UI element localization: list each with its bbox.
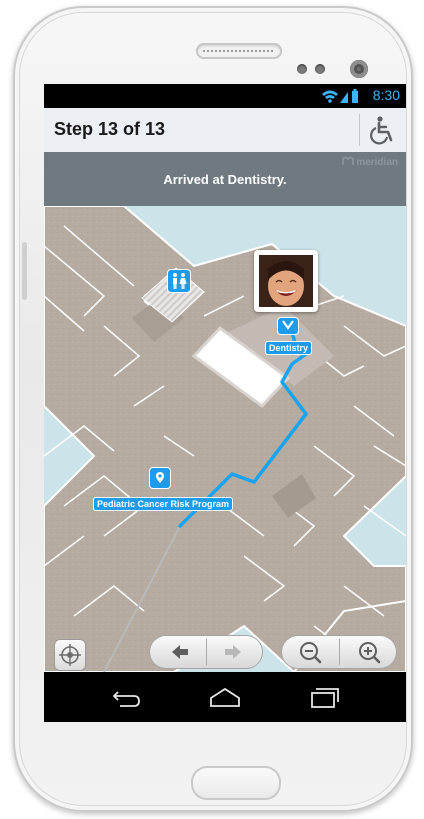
recent-apps-icon	[311, 688, 339, 708]
location-pin-icon	[156, 472, 164, 483]
light-sensor	[315, 64, 325, 74]
zoom-out-icon	[300, 642, 322, 664]
proximity-sensor	[297, 64, 307, 74]
indoor-map[interactable]: Dentistry Pediatric Cancer Risk Program	[44, 206, 406, 672]
accessibility-button[interactable]	[366, 114, 400, 146]
restroom-marker[interactable]	[168, 270, 190, 292]
arrow-left-icon	[172, 645, 188, 659]
home-icon	[210, 687, 240, 707]
recent-apps-button[interactable]	[304, 682, 344, 712]
destination-photo[interactable]	[254, 250, 318, 312]
front-camera	[350, 60, 368, 78]
home-button[interactable]	[205, 682, 245, 712]
poi-label[interactable]: Pediatric Cancer Risk Program	[94, 498, 233, 510]
brand-logo: meridian	[341, 156, 398, 168]
page-title: Step 13 of 13	[54, 119, 166, 139]
zoom-in-icon	[359, 642, 381, 664]
instruction-banner: meridian Arrived at Dentistry.	[44, 152, 406, 206]
title-bar: Step 13 of 13	[44, 108, 406, 153]
next-step-button[interactable]	[207, 636, 262, 668]
meridian-logo-icon	[341, 156, 354, 165]
previous-step-button[interactable]	[150, 636, 206, 668]
hardware-home-button[interactable]	[191, 766, 281, 800]
compass-icon	[59, 644, 81, 666]
zoom-out-button[interactable]	[282, 636, 339, 668]
arrival-message: Arrived at Dentistry.	[163, 172, 287, 187]
dentistry-photo-image	[259, 255, 313, 307]
zoom-controls	[282, 636, 396, 668]
destination-pin-icon	[282, 320, 294, 330]
brand-name: meridian	[356, 157, 398, 168]
locate-button[interactable]	[55, 640, 85, 670]
status-bar: 8:30	[44, 84, 406, 108]
zoom-in-button[interactable]	[340, 636, 396, 668]
arrow-right-icon	[225, 645, 241, 659]
destination-pin[interactable]	[278, 318, 298, 334]
step-navigation	[150, 636, 262, 668]
floor-plan	[44, 206, 406, 672]
phone-screen: 8:30 Step 13 of 13 meridian Arrived at D…	[44, 84, 406, 722]
signal-battery-icon	[322, 89, 358, 103]
back-icon	[112, 691, 140, 707]
destination-label[interactable]: Dentistry	[266, 342, 312, 354]
title-divider	[359, 114, 360, 146]
restroom-icon	[173, 273, 187, 289]
wheelchair-icon	[370, 116, 393, 145]
earpiece-speaker	[196, 43, 282, 59]
back-button[interactable]	[106, 682, 146, 712]
poi-marker[interactable]	[150, 468, 170, 488]
status-time: 8:30	[372, 87, 400, 103]
volume-button	[22, 242, 27, 300]
system-navigation-bar	[44, 672, 406, 722]
